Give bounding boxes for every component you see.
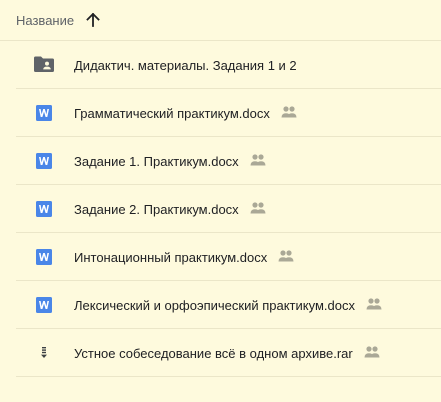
shared-people-icon — [250, 154, 266, 166]
file-row[interactable]: Устное собеседование всё в одном архиве.… — [16, 329, 441, 377]
shared-indicator — [277, 249, 295, 263]
shared-indicator — [365, 297, 383, 311]
shared-people-icon — [366, 298, 382, 310]
shared-people-icon — [364, 346, 380, 358]
shared-people-icon — [278, 250, 294, 262]
shared-people-icon — [281, 106, 297, 118]
arrow-up-icon[interactable] — [86, 13, 100, 27]
file-name: Лексический и орфоэпический практикум.do… — [74, 298, 355, 313]
file-name: Дидактич. материалы. Задания 1 и 2 — [74, 58, 297, 73]
word-document-icon — [36, 153, 52, 169]
file-name: Интонационный практикум.docx — [74, 250, 268, 265]
shared-folder-icon — [34, 56, 54, 72]
file-row[interactable]: Дидактич. материалы. Задания 1 и 2 — [16, 41, 441, 89]
file-row[interactable]: Грамматический практикум.docx — [16, 89, 441, 137]
word-document-icon — [36, 297, 52, 313]
file-name: Грамматический практикум.docx — [74, 106, 270, 121]
column-header: Название — [0, 0, 441, 41]
file-row[interactable]: Интонационный практикум.docx — [16, 233, 441, 281]
file-name: Устное собеседование всё в одном архиве.… — [74, 346, 353, 361]
word-document-icon — [36, 249, 52, 265]
file-row[interactable]: Задание 1. Практикум.docx — [16, 137, 441, 185]
word-document-icon — [36, 105, 52, 121]
file-row[interactable]: Лексический и орфоэпический практикум.do… — [16, 281, 441, 329]
word-document-icon — [36, 201, 52, 217]
shared-people-icon — [250, 202, 266, 214]
file-name: Задание 2. Практикум.docx — [74, 202, 239, 217]
archive-file-icon — [41, 347, 47, 358]
shared-indicator — [363, 345, 381, 359]
file-row[interactable]: Задание 2. Практикум.docx — [16, 185, 441, 233]
file-name: Задание 1. Практикум.docx — [74, 154, 239, 169]
name-column-label[interactable]: Название — [16, 13, 74, 28]
shared-indicator — [280, 105, 298, 119]
shared-indicator — [249, 201, 267, 215]
shared-indicator — [249, 153, 267, 167]
